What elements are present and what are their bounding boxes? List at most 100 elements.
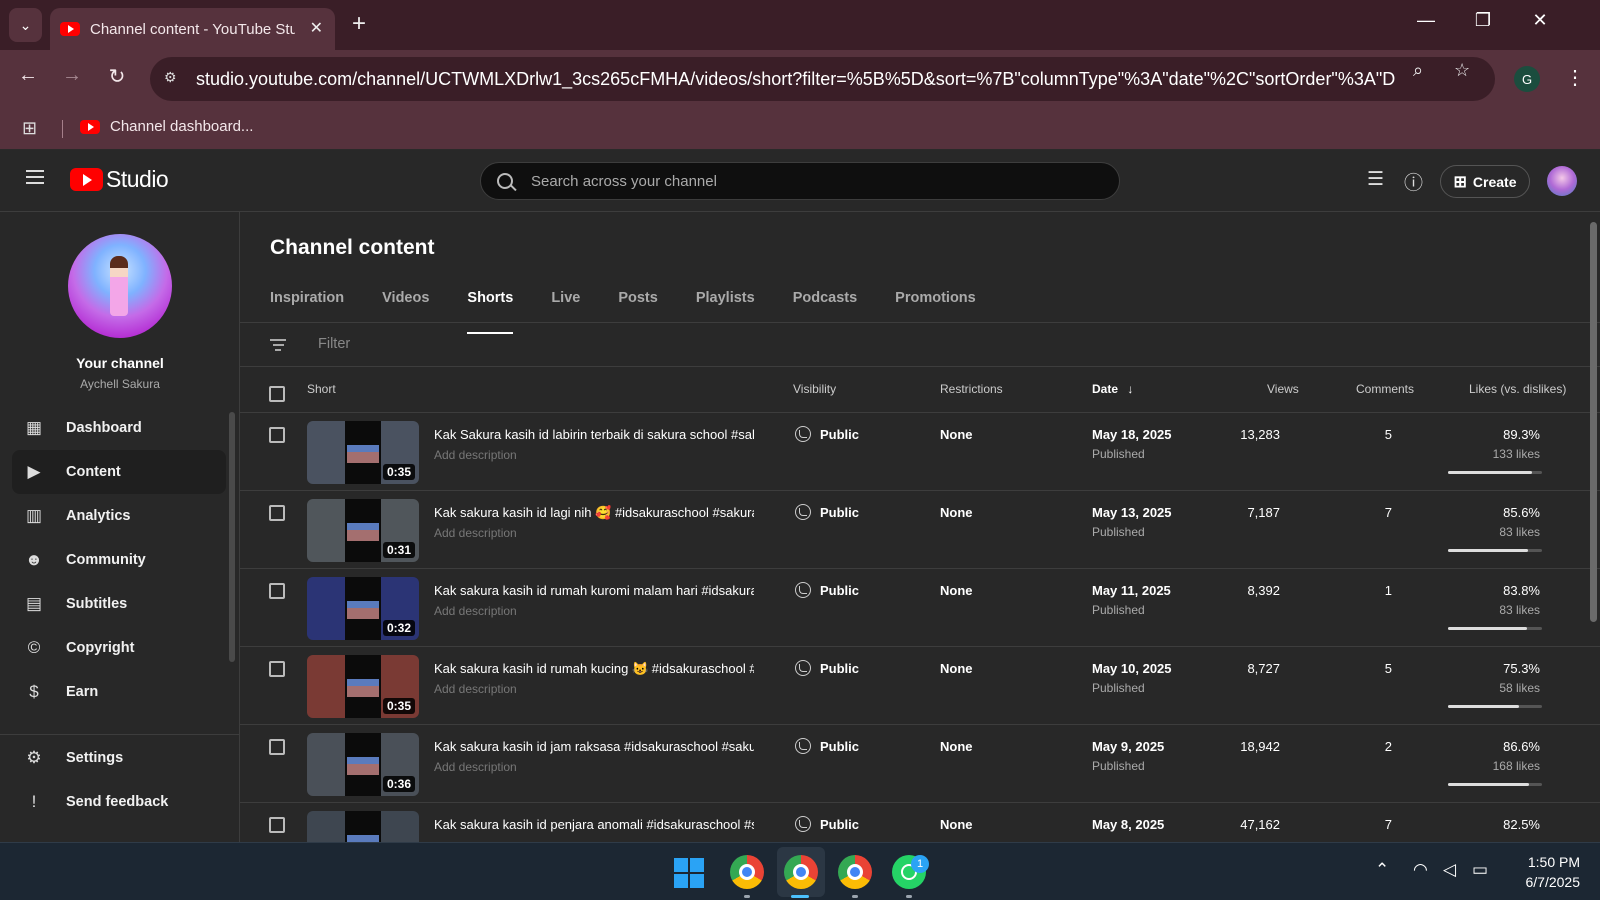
sidebar-item-content[interactable]: ▶ Content [12, 450, 226, 494]
volume-icon[interactable]: ◁ [1443, 860, 1456, 880]
column-header-likes[interactable]: Likes (vs. dislikes) [1469, 382, 1566, 396]
chevron-up-icon[interactable]: ⌃ [1375, 860, 1389, 880]
new-tab-icon[interactable]: + [352, 10, 366, 38]
video-thumbnail[interactable]: 0:36 [307, 733, 419, 796]
sidebar-scrollbar[interactable] [229, 412, 235, 662]
feedback-messages-icon[interactable]: ☰ [1367, 168, 1384, 191]
row-checkbox[interactable] [269, 817, 285, 833]
row-checkbox[interactable] [269, 739, 285, 755]
comments-count[interactable]: 5 [1340, 661, 1392, 676]
video-description[interactable]: Add description [434, 448, 517, 462]
search-input[interactable] [531, 172, 1091, 190]
chrome-profile-2-icon[interactable] [838, 855, 872, 889]
video-thumbnail[interactable]: 0:31 [307, 499, 419, 562]
tab-posts[interactable]: Posts [618, 290, 658, 334]
wifi-icon[interactable]: ◠ [1413, 860, 1428, 880]
profile-avatar[interactable]: G [1514, 66, 1540, 92]
table-row[interactable]: 0:31 Kak sakura kasih id lagi nih 🥰 #idsa… [240, 491, 1600, 569]
channel-search[interactable] [480, 162, 1120, 200]
bookmark-star-icon[interactable]: ☆ [1454, 60, 1470, 81]
video-thumbnail[interactable]: 0:32 [307, 577, 419, 640]
column-header-comments[interactable]: Comments [1356, 382, 1414, 396]
comments-count[interactable]: 2 [1340, 739, 1392, 754]
video-description[interactable]: Add description [434, 526, 517, 540]
visibility-value[interactable]: Public [820, 661, 859, 676]
studio-logo[interactable]: Studio [70, 166, 169, 193]
column-header-restrictions[interactable]: Restrictions [940, 382, 1003, 396]
video-title[interactable]: Kak sakura kasih id rumah kucing 😺 #idsa… [434, 661, 754, 677]
tab-promotions[interactable]: Promotions [895, 290, 976, 334]
tab-playlists[interactable]: Playlists [696, 290, 755, 334]
apps-grid-icon[interactable]: ⊞ [22, 118, 37, 139]
visibility-value[interactable]: Public [820, 427, 859, 442]
video-description[interactable]: Add description [434, 682, 517, 696]
table-row[interactable]: 0:32 Kak sakura kasih id rumah kuromi mal… [240, 569, 1600, 647]
sidebar-item-community[interactable]: ☻ Community [12, 538, 226, 582]
column-header-visibility[interactable]: Visibility [793, 382, 836, 396]
tab-inspiration[interactable]: Inspiration [270, 290, 344, 334]
video-title[interactable]: Kak sakura kasih id jam raksasa #idsakur… [434, 739, 754, 754]
video-thumbnail[interactable]: 0:35 [307, 421, 419, 484]
visibility-value[interactable]: Public [820, 739, 859, 754]
comments-count[interactable]: 1 [1340, 583, 1392, 598]
sidebar-item-dashboard[interactable]: ▦ Dashboard [12, 406, 226, 450]
sidebar-item-copyright[interactable]: © Copyright [12, 626, 226, 670]
row-checkbox[interactable] [269, 427, 285, 443]
tab-close-icon[interactable]: ✕ [310, 18, 323, 38]
window-close-icon[interactable]: ✕ [1520, 10, 1560, 31]
address-bar[interactable]: ⚙ studio.youtube.com/channel/UCTWMLXDrlw… [150, 57, 1495, 101]
visibility-value[interactable]: Public [820, 817, 859, 832]
row-checkbox[interactable] [269, 661, 285, 677]
table-row[interactable]: 0:36 Kak sakura kasih id jam raksasa #ids… [240, 725, 1600, 803]
video-thumbnail[interactable]: 0:35 [307, 655, 419, 718]
tab-shorts[interactable]: Shorts [467, 290, 513, 334]
select-all-checkbox[interactable] [269, 386, 285, 402]
table-row[interactable]: 0:35 Kak Sakura kasih id labirin terbaik … [240, 413, 1600, 491]
visibility-value[interactable]: Public [820, 505, 859, 520]
column-header-date[interactable]: Date ↓ [1092, 382, 1133, 396]
main-scrollbar[interactable] [1590, 222, 1597, 622]
video-description[interactable]: Add description [434, 604, 517, 618]
comments-count[interactable]: 7 [1340, 817, 1392, 832]
video-title[interactable]: Kak sakura kasih id rumah kuromi malam h… [434, 583, 754, 598]
minimize-icon[interactable]: — [1406, 10, 1446, 31]
site-info-icon[interactable]: ⚙ [164, 69, 184, 89]
restore-icon[interactable]: ❐ [1463, 10, 1503, 31]
help-icon[interactable]: ⓘ [1404, 168, 1423, 195]
create-button[interactable]: ⊞ Create [1440, 165, 1530, 198]
comments-count[interactable]: 5 [1340, 427, 1392, 442]
channel-avatar[interactable] [68, 234, 172, 338]
column-header-short[interactable]: Short [307, 382, 336, 396]
battery-icon[interactable]: ▭ [1472, 860, 1488, 880]
url-text[interactable]: studio.youtube.com/channel/UCTWMLXDrlw1_… [196, 69, 1396, 90]
sidebar-item-subtitles[interactable]: ▤ Subtitles [12, 582, 226, 626]
tab-live[interactable]: Live [551, 290, 580, 334]
video-title[interactable]: Kak Sakura kasih id labirin terbaik di s… [434, 427, 754, 442]
column-header-views[interactable]: Views [1267, 382, 1299, 396]
filter-icon[interactable] [270, 339, 286, 351]
back-icon[interactable]: ← [14, 64, 42, 87]
video-description[interactable]: Add description [434, 760, 517, 774]
comments-count[interactable]: 7 [1340, 505, 1392, 520]
video-title[interactable]: Kak sakura kasih id penjara anomali #ids… [434, 817, 754, 832]
system-clock[interactable]: 1:50 PM 6/7/2025 [1508, 852, 1581, 892]
sidebar-item-settings[interactable]: ⚙ Settings [12, 736, 226, 780]
visibility-value[interactable]: Public [820, 583, 859, 598]
browser-tab[interactable]: Channel content - YouTube Studio ✕ [50, 8, 335, 50]
chrome-profile-1-icon[interactable] [730, 855, 764, 889]
browser-menu-icon[interactable]: ⋮ [1565, 65, 1585, 90]
sidebar-item-analytics[interactable]: ▥ Analytics [12, 494, 226, 538]
table-row[interactable]: 0:35 Kak sakura kasih id rumah kucing 😺 #… [240, 647, 1600, 725]
filter-input[interactable] [318, 336, 718, 352]
row-checkbox[interactable] [269, 583, 285, 599]
tab-videos[interactable]: Videos [382, 290, 429, 334]
bookmark-channel-dashboard[interactable]: Channel dashboard... [80, 118, 253, 135]
zoom-icon[interactable]: ⌕ [1413, 60, 1423, 81]
reload-icon[interactable]: ↻ [103, 64, 131, 89]
windows-start-icon[interactable] [674, 858, 704, 888]
video-title[interactable]: Kak sakura kasih id lagi nih 🥰 #idsakura… [434, 505, 754, 521]
sidebar-item-send-feedback[interactable]: ! Send feedback [12, 780, 226, 824]
account-avatar[interactable] [1547, 166, 1577, 196]
sidebar-item-earn[interactable]: $ Earn [12, 670, 226, 714]
tab-podcasts[interactable]: Podcasts [793, 290, 857, 334]
